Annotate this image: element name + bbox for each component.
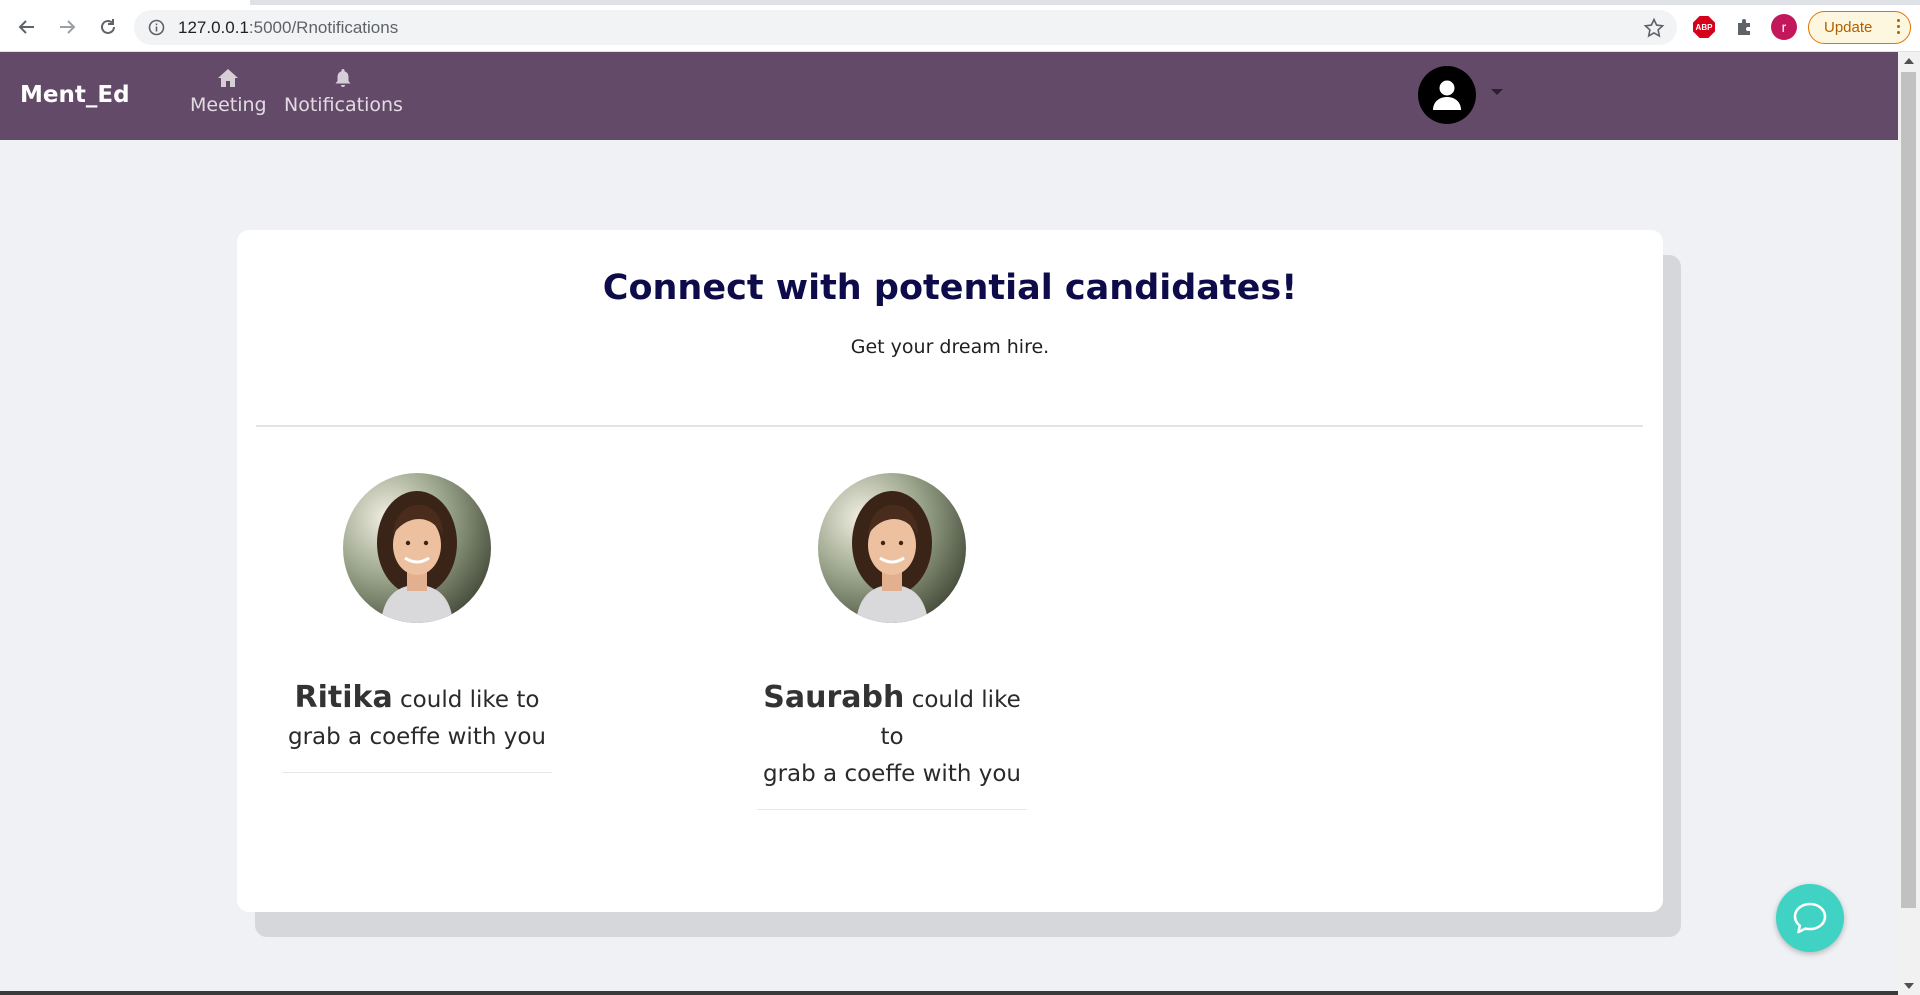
forward-button[interactable] xyxy=(51,11,83,43)
notification-text: Ritika could like to grab a coeffe with … xyxy=(282,679,552,773)
nav-notifications-label: Notifications xyxy=(284,94,403,116)
puzzle-icon xyxy=(1738,19,1750,35)
extensions-button[interactable] xyxy=(1733,15,1757,39)
notification-text: Saurabh could like to grab a coeffe with… xyxy=(757,679,1027,810)
info-icon[interactable] xyxy=(148,19,165,36)
taskbar-edge xyxy=(0,991,1898,995)
adblock-icon: ABP xyxy=(1693,16,1715,38)
arrow-left-icon xyxy=(18,20,34,34)
scroll-up-icon[interactable] xyxy=(1904,58,1914,64)
notifications-card: Connect with potential candidates! Get y… xyxy=(237,230,1663,912)
notification-message-line1: could like to xyxy=(400,687,540,713)
page-scrollbar[interactable] xyxy=(1898,52,1920,995)
divider xyxy=(256,425,1643,427)
profile-avatar-button[interactable]: r xyxy=(1771,14,1797,40)
url-text[interactable]: 127.0.0.1:5000/Rnotifications xyxy=(178,18,398,38)
app-navbar: Ment_Ed Meeting Notifications xyxy=(0,52,1898,140)
notification-message-line2: grab a coeffe with you xyxy=(287,724,546,750)
reload-icon xyxy=(101,19,115,34)
more-vert-icon xyxy=(1897,19,1900,34)
arrow-right-icon xyxy=(60,20,76,34)
home-icon xyxy=(218,69,239,87)
back-button[interactable] xyxy=(11,11,43,43)
page-subtitle: Get your dream hire. xyxy=(850,336,1050,358)
address-bar[interactable]: 127.0.0.1:5000/Rnotifications xyxy=(134,10,1677,45)
bookmark-star-icon[interactable] xyxy=(1643,17,1665,39)
notification-message-line2: grab a coeffe with you xyxy=(762,761,1021,787)
update-label: Update xyxy=(1824,19,1873,36)
nav-meeting[interactable]: Meeting xyxy=(190,68,267,116)
caret-down-icon[interactable] xyxy=(1491,89,1503,95)
notification-item[interactable]: Saurabh could like to grab a coeffe with… xyxy=(757,473,1027,810)
adblock-extension-button[interactable]: ABP xyxy=(1692,15,1716,39)
reload-button[interactable] xyxy=(92,11,124,43)
scrollbar-thumb[interactable] xyxy=(1901,72,1916,908)
notification-item[interactable]: Ritika could like to grab a coeffe with … xyxy=(282,473,552,773)
sender-name[interactable]: Saurabh xyxy=(763,680,904,715)
brand-logo[interactable]: Ment_Ed xyxy=(20,82,130,108)
nav-meeting-label: Meeting xyxy=(190,94,267,116)
chat-bubble-icon xyxy=(1793,902,1827,934)
user-avatar-button[interactable] xyxy=(1418,66,1476,124)
chat-button[interactable] xyxy=(1776,884,1844,952)
update-button[interactable]: Update xyxy=(1808,11,1911,44)
browser-toolbar: 127.0.0.1:5000/Rnotifications ABP r Upda… xyxy=(0,0,1920,52)
tab-strip xyxy=(0,0,1920,5)
sender-name[interactable]: Ritika xyxy=(295,680,393,715)
bell-icon xyxy=(335,69,351,87)
profile-photo xyxy=(818,473,966,623)
nav-notifications[interactable]: Notifications xyxy=(284,68,403,116)
page-title: Connect with potential candidates! xyxy=(602,268,1298,308)
user-icon xyxy=(1433,80,1461,110)
scroll-down-icon[interactable] xyxy=(1904,983,1914,989)
profile-photo xyxy=(343,473,491,623)
